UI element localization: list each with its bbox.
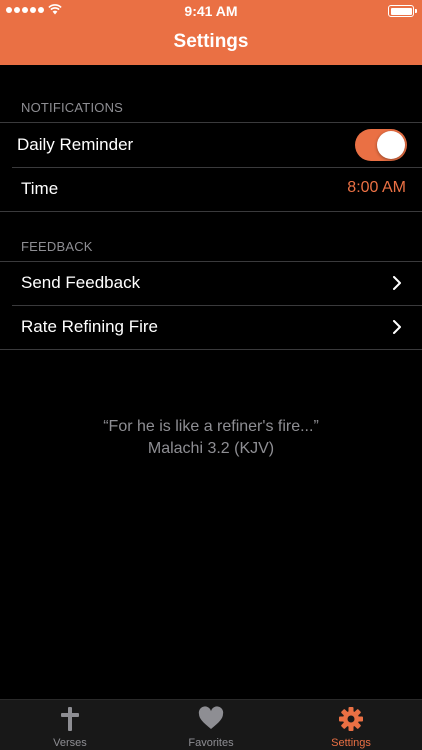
quote-text: “For he is like a refiner's fire...” [103, 418, 319, 435]
quote-reference: Malachi 3.2 (KJV) [147, 440, 275, 457]
time-row[interactable]: Time 8:00 AM [0, 167, 422, 211]
gear-icon [339, 707, 363, 731]
status-time: 9:41 AM [184, 3, 238, 19]
cross-icon [61, 707, 79, 731]
time-label: Time [21, 179, 59, 198]
daily-reminder-label: Daily Reminder [17, 135, 134, 154]
send-feedback-row[interactable]: Send Feedback [0, 261, 422, 305]
tab-label: Favorites [188, 737, 234, 749]
daily-reminder-row: Daily Reminder [0, 123, 422, 167]
rate-app-row[interactable]: Rate Refining Fire [0, 305, 422, 349]
chevron-right-icon [393, 320, 401, 334]
send-feedback-label: Send Feedback [21, 273, 141, 292]
scripture-quote: “For he is like a refiner's fire...” Mal… [0, 416, 422, 460]
rate-app-label: Rate Refining Fire [21, 317, 159, 336]
battery-icon [388, 5, 417, 17]
tab-verses[interactable]: Verses [0, 700, 140, 750]
heart-icon [198, 706, 224, 729]
tab-label: Settings [331, 737, 371, 749]
section-header-notifications: NOTIFICATIONS [21, 100, 124, 115]
tab-label: Verses [53, 737, 87, 749]
page-title: Settings [173, 31, 249, 52]
section-header-feedback: FEEDBACK [21, 239, 93, 254]
toggle-knob [377, 131, 405, 159]
tab-settings[interactable]: Settings [281, 700, 421, 750]
divider [0, 349, 422, 350]
tab-bar: Verses Favorites Settings [0, 699, 422, 750]
daily-reminder-toggle[interactable] [355, 129, 407, 161]
chevron-right-icon [393, 276, 401, 290]
navigation-header: 9:41 AM Settings [0, 0, 422, 65]
tab-favorites[interactable]: Favorites [141, 700, 281, 750]
divider [0, 211, 422, 212]
status-bar: 9:41 AM [0, 0, 422, 22]
time-value[interactable]: 8:00 AM [347, 179, 406, 197]
